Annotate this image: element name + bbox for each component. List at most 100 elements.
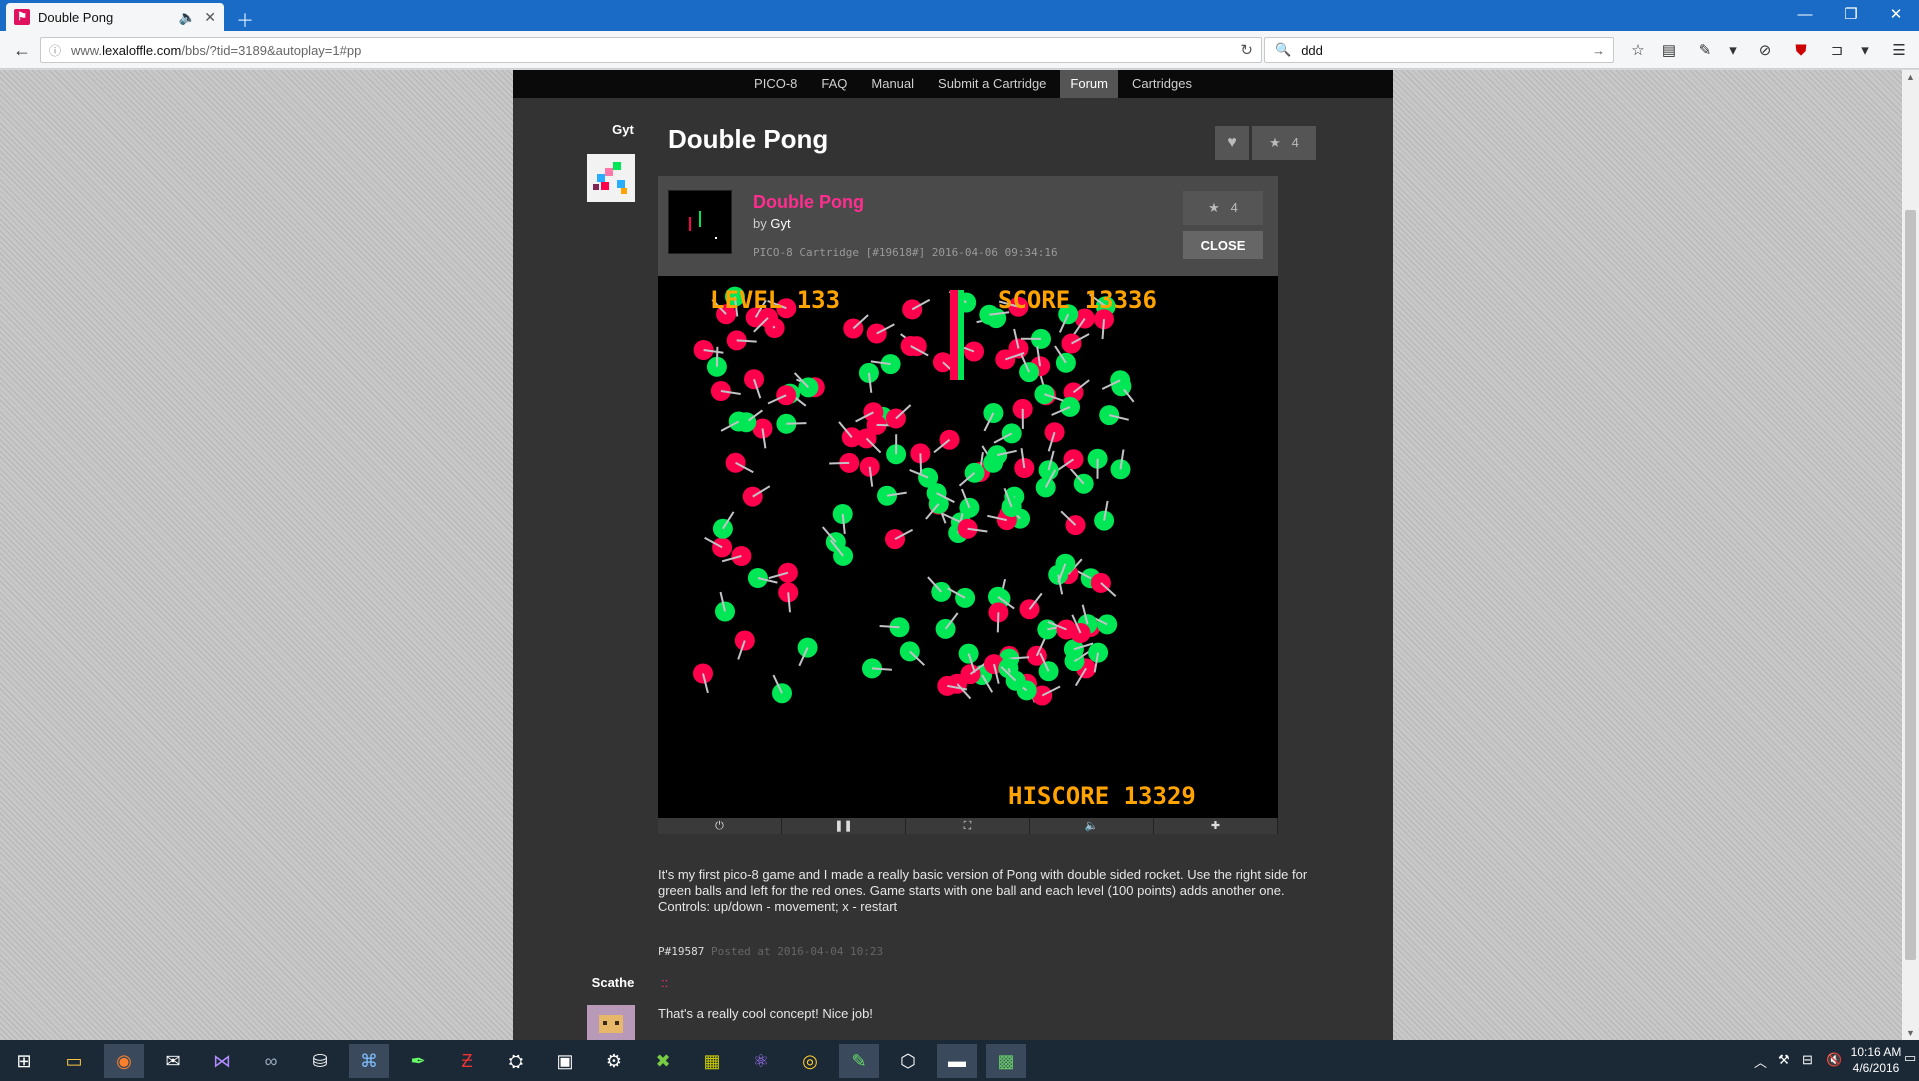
site-nav-forum[interactable]: Forum bbox=[1060, 70, 1118, 98]
search-icon: 🔍 bbox=[1275, 42, 1292, 57]
new-tab-icon[interactable]: ＋ bbox=[236, 7, 254, 33]
ublock-icon[interactable]: ⛊ bbox=[1790, 40, 1812, 62]
game-canvas[interactable]: LEVEL 133 SCORE 13336 HISCORE 13329 bbox=[658, 276, 1278, 818]
back-icon[interactable]: ← bbox=[8, 36, 36, 64]
fireworks-icon[interactable]: ▦ bbox=[692, 1044, 732, 1078]
heart-icon: ♥ bbox=[1227, 134, 1237, 151]
comment-text: That's a really cool concept! Nice job! bbox=[658, 1006, 873, 1021]
ball-trail bbox=[996, 612, 1000, 633]
comment-marker[interactable]: :: bbox=[661, 975, 668, 990]
close-cartridge-button[interactable]: CLOSE bbox=[1183, 231, 1263, 259]
site-nav-submit-a-cartridge[interactable]: Submit a Cartridge bbox=[928, 70, 1056, 98]
drive-app-icon[interactable]: ▬ bbox=[937, 1044, 977, 1078]
search-input[interactable]: ddd bbox=[1301, 43, 1323, 58]
reset-icon[interactable]: ⏻ bbox=[658, 818, 782, 834]
minimize-icon[interactable]: — bbox=[1782, 0, 1828, 31]
fullscreen-icon[interactable]: ⛶ bbox=[906, 818, 1030, 834]
editor-icon[interactable]: ⌘ bbox=[349, 1044, 389, 1078]
notepad-icon[interactable]: ✎ bbox=[839, 1044, 879, 1078]
menu-dropdown-icon[interactable]: ▾ bbox=[1854, 40, 1876, 62]
green-ball bbox=[958, 643, 979, 664]
author-avatar[interactable] bbox=[587, 154, 635, 202]
speaker-icon[interactable]: 🔈 bbox=[179, 9, 196, 26]
ball-trail bbox=[736, 339, 757, 343]
restore-icon[interactable]: ❐ bbox=[1828, 0, 1874, 31]
avatar-pixel-art bbox=[587, 154, 635, 202]
system-clock[interactable]: 10:16 AM 4/6/2016 bbox=[1845, 1044, 1907, 1076]
post-author[interactable]: Gyt bbox=[593, 122, 653, 137]
network-app-icon[interactable]: ⛭ bbox=[496, 1044, 536, 1078]
scrollbar-thumb[interactable] bbox=[1905, 210, 1916, 960]
reload-icon[interactable]: ↻ bbox=[1240, 41, 1253, 59]
remote-tool-icon[interactable]: ⚙ bbox=[594, 1044, 634, 1078]
notifications-icon[interactable]: ▭ bbox=[1904, 1050, 1916, 1066]
tray-app-icon[interactable]: ⚒ bbox=[1778, 1052, 1790, 1068]
infinity-app-icon[interactable]: ∞ bbox=[251, 1044, 291, 1078]
chrome-icon[interactable]: ◎ bbox=[790, 1044, 830, 1078]
site-nav-cartridges[interactable]: Cartridges bbox=[1122, 70, 1202, 98]
atom-icon[interactable]: ⚛ bbox=[741, 1044, 781, 1078]
search-bar[interactable]: 🔍 ddd → bbox=[1264, 37, 1614, 63]
ball-trail bbox=[1009, 656, 1030, 660]
excel-icon[interactable]: ✖ bbox=[643, 1044, 683, 1078]
favorite-button[interactable]: ★ 4 bbox=[1252, 126, 1316, 160]
green-ball bbox=[728, 411, 749, 432]
player-controls: ⏻ ❚❚ ⛶ 🔈 ✚ bbox=[658, 818, 1278, 834]
database-icon[interactable]: ⛁ bbox=[300, 1044, 340, 1078]
green-ball bbox=[1055, 553, 1076, 574]
tray-expand-icon[interactable]: ︿ bbox=[1754, 1052, 1767, 1071]
level-text: LEVEL 133 bbox=[710, 286, 840, 314]
comment-avatar[interactable] bbox=[587, 1005, 635, 1040]
gamepad-icon[interactable]: ✚ bbox=[1154, 818, 1278, 834]
search-go-icon[interactable]: → bbox=[1592, 43, 1605, 58]
close-window-icon[interactable]: ✕ bbox=[1873, 0, 1919, 31]
bookmark-star-icon[interactable]: ☆ bbox=[1627, 40, 1649, 62]
site-nav-pico-8[interactable]: PICO-8 bbox=[744, 70, 807, 98]
cartridge-title[interactable]: Double Pong bbox=[753, 192, 864, 213]
pen-tool-icon[interactable]: ✒ bbox=[398, 1044, 438, 1078]
green-ball bbox=[935, 618, 956, 639]
url-prefix: www. bbox=[71, 42, 103, 58]
address-bar[interactable]: ⓘ www. lexaloffle.com/bbs/?tid=3189&autop… bbox=[40, 37, 1262, 63]
close-tab-icon[interactable]: ✕ bbox=[204, 9, 216, 26]
scroll-up-icon[interactable]: ▲ bbox=[1903, 72, 1918, 82]
cartridge-thumbnail[interactable] bbox=[668, 190, 732, 254]
cartridge-author[interactable]: Gyt bbox=[770, 216, 790, 231]
pico8-app-icon[interactable]: ▩ bbox=[986, 1044, 1026, 1078]
extension-dropdown-icon[interactable]: ▾ bbox=[1722, 40, 1744, 62]
site-nav-manual[interactable]: Manual bbox=[861, 70, 924, 98]
cartridge-favorite-button[interactable]: ★ 4 bbox=[1183, 191, 1263, 225]
firefox-icon[interactable]: ◉ bbox=[104, 1044, 144, 1078]
windows-taskbar: ⊞ ▭ ◉ ✉ ⋈ ∞ ⛁ ⌘ ✒ Ƶ ⛭ ▣ ⚙ ✖ ▦ ⚛ ◎ ✎ ⬡ ▬ … bbox=[0, 1040, 1919, 1081]
red-ball bbox=[725, 452, 746, 473]
browser-tab[interactable]: ⚑ Double Pong 🔈 ✕ bbox=[6, 3, 224, 31]
comment-author[interactable]: Scathe bbox=[583, 975, 643, 990]
like-button[interactable]: ♥ bbox=[1215, 126, 1249, 160]
pause-icon[interactable]: ❚❚ bbox=[782, 818, 906, 834]
scroll-down-icon[interactable]: ▼ bbox=[1903, 1028, 1918, 1038]
browser-navbar: ← ⓘ www. lexaloffle.com/bbs/?tid=3189&aut… bbox=[0, 31, 1919, 69]
post-id[interactable]: P#19587 bbox=[658, 945, 704, 958]
thunderbird-icon[interactable]: ✉ bbox=[153, 1044, 193, 1078]
network-icon[interactable]: ⊟ bbox=[1802, 1052, 1813, 1068]
sound-icon[interactable]: 🔈 bbox=[1030, 818, 1154, 834]
extension-bracket-icon[interactable]: ⊐ bbox=[1826, 40, 1848, 62]
3d-app-icon[interactable]: ⬡ bbox=[888, 1044, 928, 1078]
start-windows-icon[interactable]: ⊞ bbox=[4, 1044, 44, 1078]
file-explorer-icon[interactable]: ▭ bbox=[54, 1044, 94, 1078]
green-ball bbox=[797, 637, 818, 658]
reading-list-icon[interactable]: ▤ bbox=[1658, 40, 1680, 62]
hamburger-menu-icon[interactable]: ☰ bbox=[1888, 40, 1910, 62]
volume-muted-icon[interactable]: 🔇 bbox=[1826, 1052, 1842, 1068]
filezilla-icon[interactable]: Ƶ bbox=[447, 1044, 487, 1078]
vnc-icon[interactable]: ▣ bbox=[545, 1044, 585, 1078]
extension-icon[interactable]: ✎ bbox=[1694, 40, 1716, 62]
page-viewport: PICO-8 FAQ Manual Submit a Cartridge Forum Ca… bbox=[0, 70, 1902, 1040]
cartridge-thumbnail-art bbox=[689, 211, 717, 239]
posted-at: Posted at 2016-04-04 10:23 bbox=[710, 945, 884, 958]
extension-shield-icon[interactable]: ⊘ bbox=[1754, 40, 1776, 62]
site-nav-faq[interactable]: FAQ bbox=[811, 70, 857, 98]
visual-studio-icon[interactable]: ⋈ bbox=[202, 1044, 242, 1078]
cartridge-byline: by Gyt bbox=[753, 216, 791, 231]
info-icon[interactable]: ⓘ bbox=[49, 42, 61, 59]
